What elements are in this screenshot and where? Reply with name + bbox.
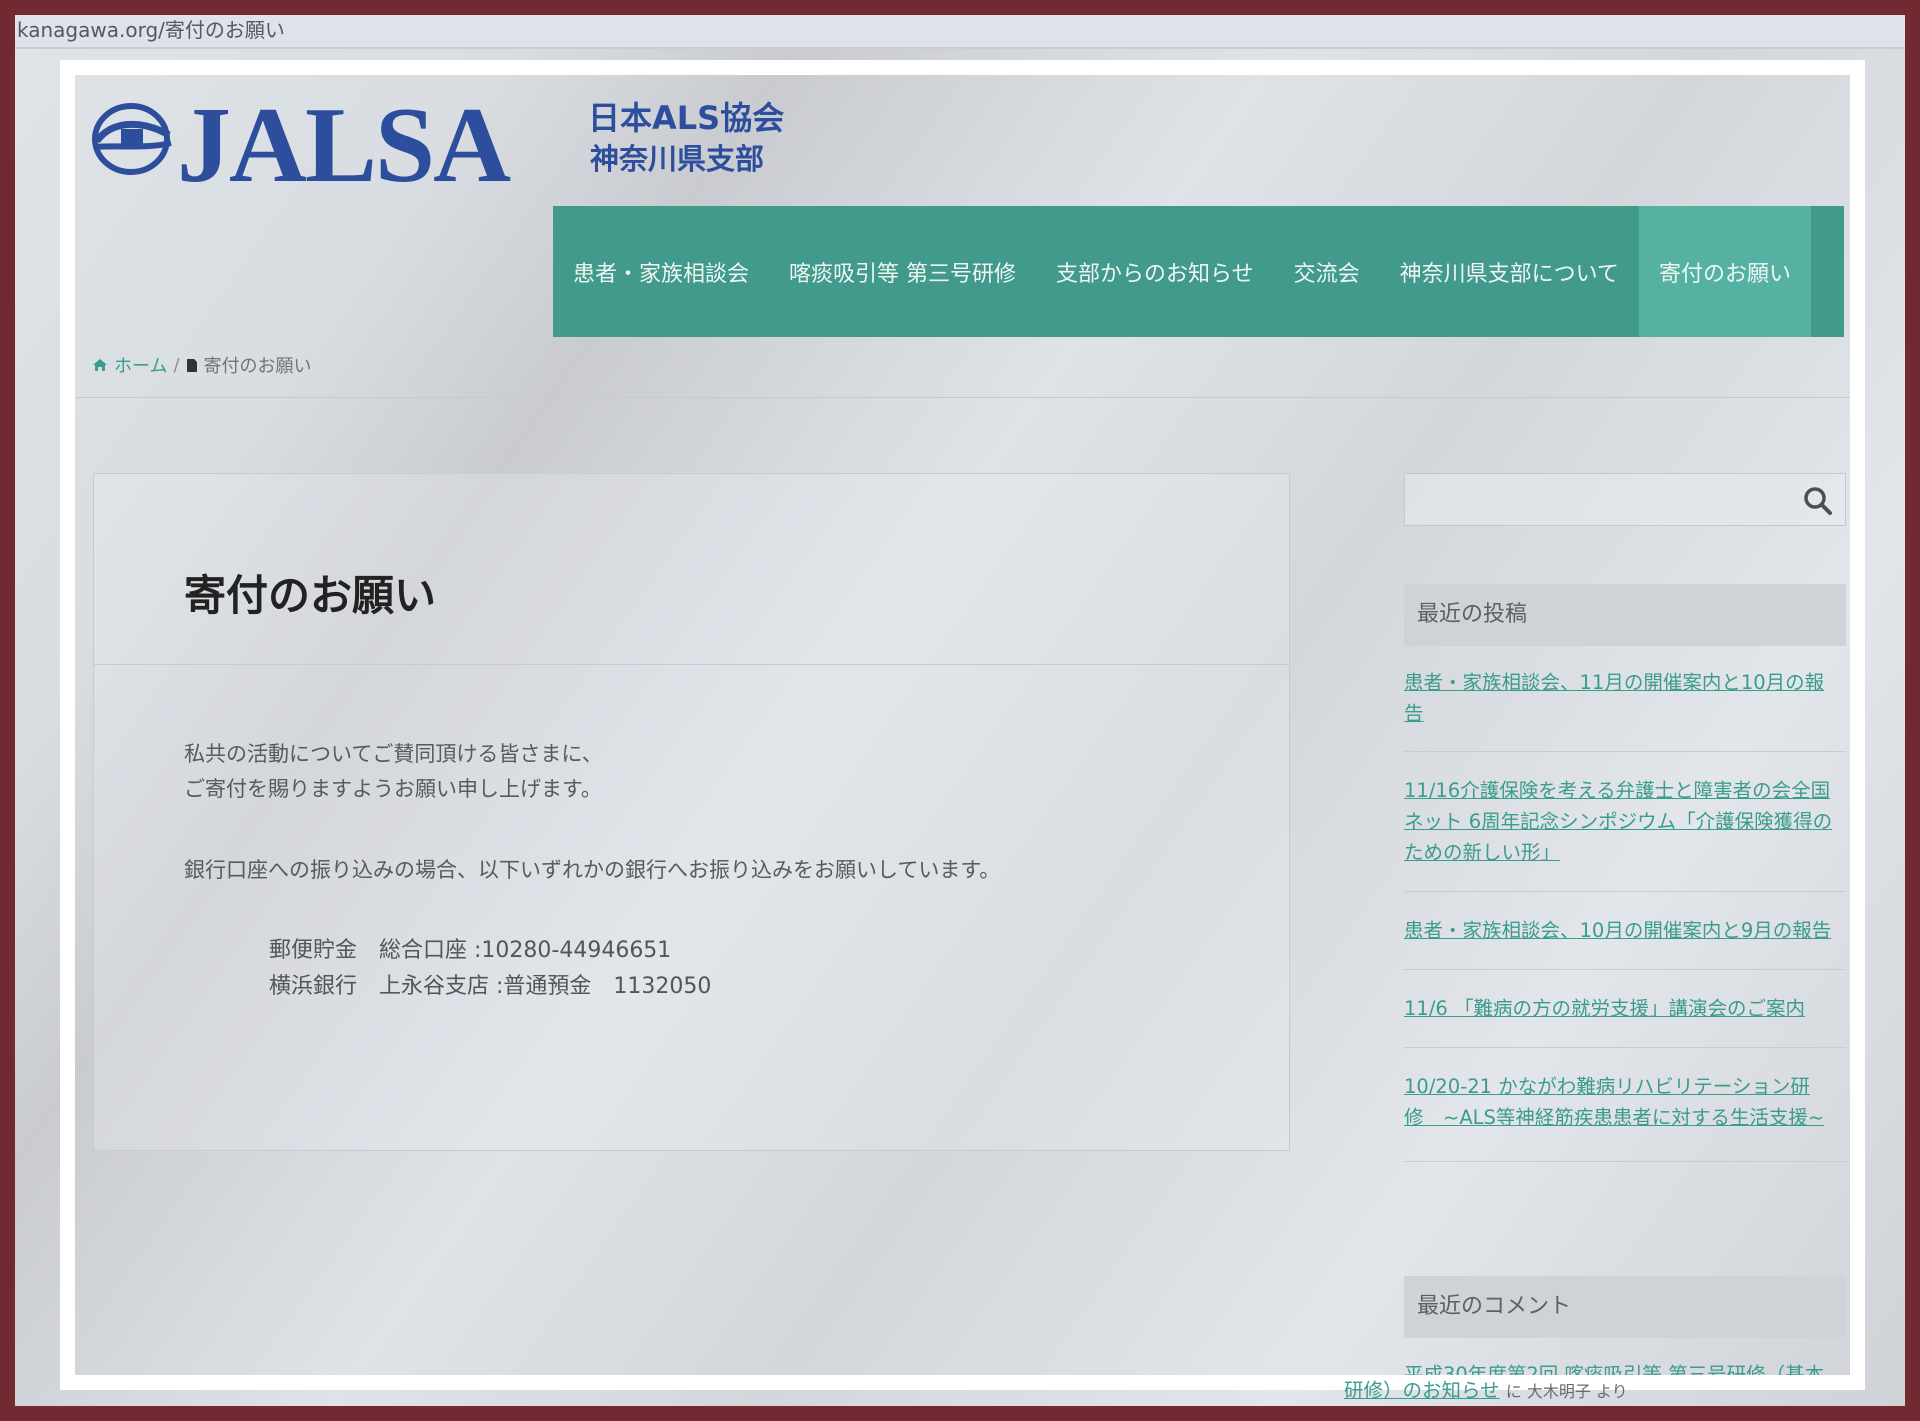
browser-window: kanagawa.org/寄付のお願い JALSA 日本ALS協会 神奈川県支部…: [15, 15, 1905, 1406]
recent-post-link[interactable]: 11/16介護保険を考える弁護士と障害者の会全国 ネット 6周年記念シンポジウム…: [1404, 775, 1846, 868]
recent-post-link[interactable]: 11/6 「難病の方の就労支援」講演会のご案内: [1404, 993, 1846, 1024]
branch-name: 神奈川県支部: [590, 142, 765, 176]
post-divider: [1404, 891, 1846, 892]
search-icon[interactable]: [1803, 486, 1833, 516]
recent-posts-heading: 最近の投稿: [1404, 584, 1846, 646]
intro-line-2: ご寄付を賜りますようお願い申し上げます。: [184, 777, 602, 801]
recent-comment-footer: 研修）のお知らせ に 大木明子 より: [1344, 1375, 1786, 1406]
page-title: 寄付のお願い: [184, 571, 437, 620]
article-card: 寄付のお願い 私共の活動についてご賛同頂ける皆さまに、 ご寄付を賜りますようお願…: [93, 473, 1290, 1151]
nav-item-suction-training[interactable]: 喀痰吸引等 第三号研修: [769, 206, 1036, 337]
recent-post-link[interactable]: 10/20-21 かながわ難病リハビリテーション研 修 ~ALS等神経筋疾患患者…: [1404, 1071, 1846, 1133]
page-icon: [186, 358, 197, 372]
jalsa-logo-icon[interactable]: [91, 99, 173, 179]
comment-author: に 大木明子 より: [1505, 1382, 1628, 1401]
main-nav: 患者・家族相談会 喀痰吸引等 第三号研修 支部からのお知らせ 交流会 神奈川県支…: [553, 206, 1844, 337]
nav-item-donation[interactable]: 寄付のお願い: [1638, 206, 1811, 337]
logo-text[interactable]: JALSA: [177, 81, 511, 211]
article-header: 寄付のお願い: [94, 474, 1289, 665]
nav-item-exchange[interactable]: 交流会: [1274, 206, 1380, 337]
url-text: kanagawa.org/寄付のお願い: [17, 18, 285, 42]
post-divider: [1404, 751, 1846, 752]
recent-comments-heading: 最近のコメント: [1404, 1276, 1846, 1338]
recent-comment: 平成30年度第2回 喀痰吸引等 第三号研修（基本: [1404, 1359, 1846, 1375]
postal-account: 郵便貯金 総合口座 :10280-44946651: [269, 938, 672, 963]
post-divider: [1404, 1161, 1846, 1162]
breadcrumb: ホーム / 寄付のお願い: [92, 352, 312, 378]
yokohama-bank-account: 横浜銀行 上永谷支店 :普通預金 1132050: [269, 974, 712, 999]
home-icon: [93, 359, 107, 371]
search-input[interactable]: [1405, 474, 1785, 525]
header-divider: [75, 397, 1850, 398]
nav-item-about[interactable]: 神奈川県支部について: [1380, 206, 1639, 337]
post-divider: [1404, 1047, 1846, 1048]
bank-transfer-note: 銀行口座への振り込みの場合、以下いずれかの銀行へお振り込みをお願いしています。: [184, 858, 1001, 882]
comment-post-link-cont[interactable]: 研修）のお知らせ: [1344, 1379, 1500, 1402]
nav-item-news[interactable]: 支部からのお知らせ: [1036, 206, 1274, 337]
nav-item-consultation[interactable]: 患者・家族相談会: [553, 206, 769, 337]
web-page: JALSA 日本ALS協会 神奈川県支部 患者・家族相談会 喀痰吸引等 第三号研…: [75, 75, 1850, 1375]
post-divider: [1404, 969, 1846, 970]
recent-post-link[interactable]: 患者・家族相談会、11月の開催案内と10月の報 告: [1404, 667, 1846, 729]
comment-post-link[interactable]: 平成30年度第2回 喀痰吸引等 第三号研修（基本: [1404, 1359, 1846, 1375]
search-box: [1404, 473, 1846, 526]
intro-line-1: 私共の活動についてご賛同頂ける皆さまに、: [184, 742, 603, 766]
breadcrumb-separator: /: [173, 354, 180, 376]
breadcrumb-current: 寄付のお願い: [203, 356, 312, 377]
url-bar[interactable]: kanagawa.org/寄付のお願い: [15, 15, 1905, 49]
recent-post-link[interactable]: 患者・家族相談会、10月の開催案内と9月の報告: [1404, 915, 1846, 946]
breadcrumb-home-link[interactable]: ホーム: [114, 352, 167, 378]
org-name: 日本ALS協会: [588, 99, 785, 137]
